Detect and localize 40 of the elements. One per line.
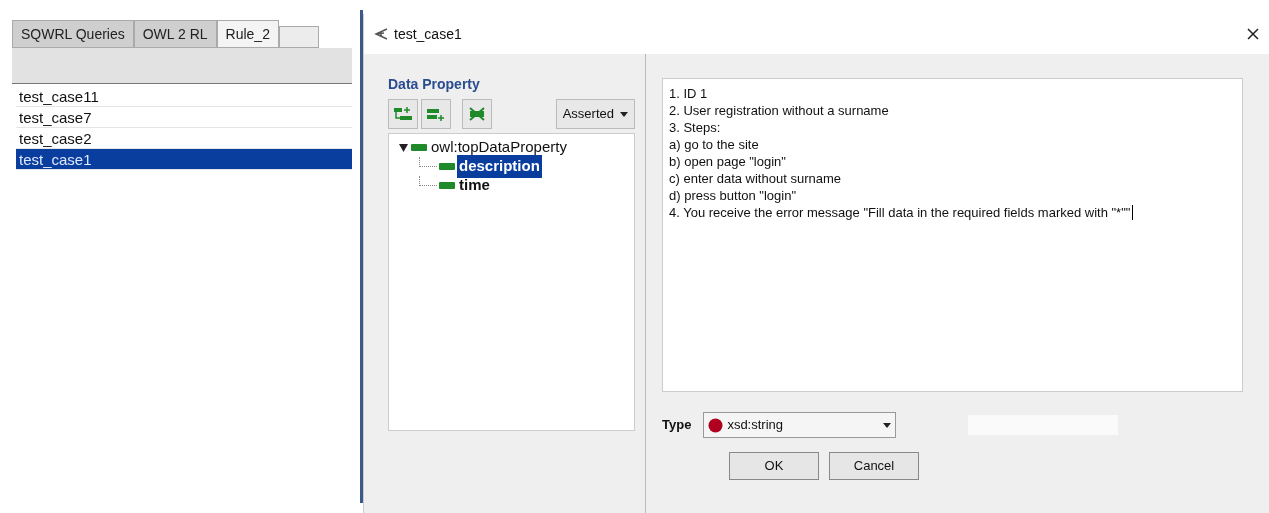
section-heading: Data Property — [388, 75, 481, 94]
filter-dropdown[interactable]: Asserted — [555, 99, 635, 129]
rule-list-item[interactable]: test_case7 — [16, 107, 352, 128]
tree-item[interactable]: description — [457, 155, 542, 178]
text-cursor — [1132, 205, 1134, 220]
rule-list-item[interactable]: test_case1 — [16, 149, 352, 170]
expanded-arrow-icon[interactable] — [399, 143, 409, 152]
add-sibling-icon — [427, 106, 445, 122]
add-sibling-button[interactable] — [421, 99, 451, 129]
dropdown-arrow-icon — [883, 422, 892, 428]
type-dropdown[interactable]: xsd:string — [703, 412, 897, 438]
text-line: 4. You receive the error message "Fill data in the required fields marked with "*"" — [669, 204, 1131, 221]
value-text-area[interactable] — [662, 78, 1243, 392]
close-icon[interactable] — [1247, 28, 1259, 40]
text-line: a) go to the site — [669, 136, 759, 153]
text-line: 3. Steps: — [669, 119, 721, 136]
text-line: 1. ID 1 — [669, 85, 708, 102]
protege-logo-icon — [374, 28, 388, 40]
rule-list-item[interactable]: test_case11 — [16, 86, 352, 107]
delete-button[interactable] — [462, 99, 492, 129]
dialog-button[interactable]: OK — [729, 452, 819, 480]
type-label: Type — [662, 416, 692, 435]
add-child-icon — [394, 106, 412, 122]
text-line: c) enter data without surname — [669, 170, 841, 187]
blank-tab[interactable] — [278, 26, 319, 48]
datatype-icon — [708, 417, 724, 433]
tab[interactable]: Rule_2 — [216, 20, 279, 48]
text-line: d) press button "login" — [669, 187, 797, 204]
data-property-icon — [439, 163, 455, 170]
dialog-title: test_case1 — [394, 24, 462, 44]
add-subproperty-button[interactable] — [388, 99, 418, 129]
dialog-button[interactable]: Cancel — [829, 452, 919, 480]
tab[interactable]: SQWRL Queries — [12, 20, 134, 48]
data-property-icon — [411, 144, 427, 151]
tab[interactable]: OWL 2 RL — [133, 20, 217, 48]
delete-property-icon — [468, 106, 486, 122]
dropdown-arrow-icon — [620, 111, 628, 117]
text-line: 2. User registration without a surname — [669, 102, 889, 119]
data-property-icon — [439, 182, 455, 189]
text-line: b) open page "login" — [669, 153, 786, 170]
